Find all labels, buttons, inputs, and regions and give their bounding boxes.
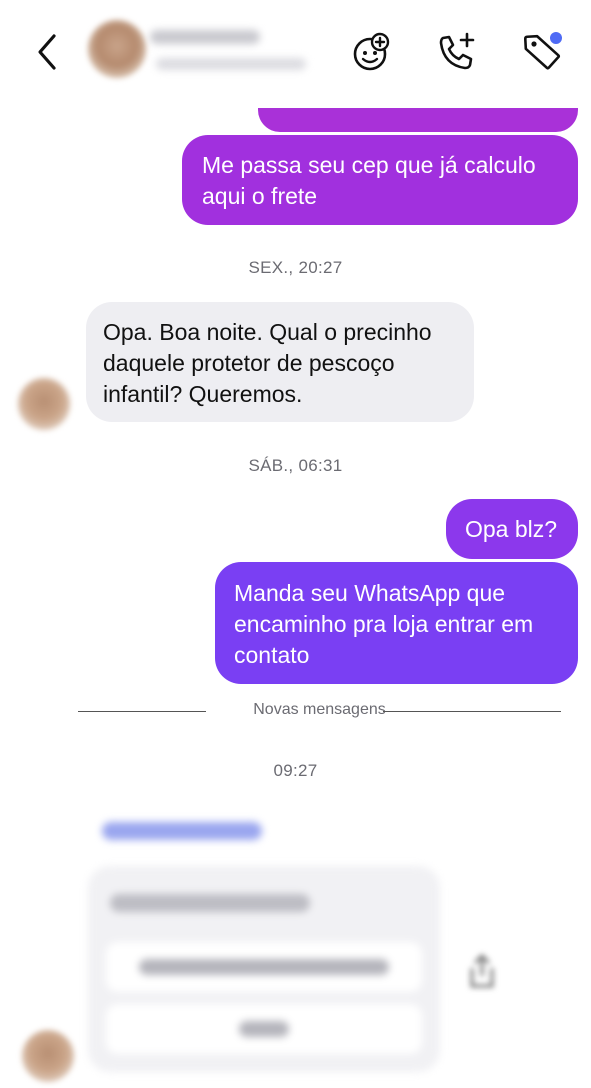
- notification-dot: [550, 32, 562, 44]
- card-button-secondary[interactable]: [106, 1004, 422, 1054]
- timestamp: 09:27: [273, 761, 318, 780]
- message-bubble-incoming[interactable]: Opa. Boa noite. Qual o precinho daquele …: [86, 302, 474, 422]
- tag-icon[interactable]: [520, 30, 564, 74]
- timestamp: SÁB., 06:31: [248, 456, 343, 475]
- card-title-blurred: [110, 894, 310, 912]
- sender-avatar[interactable]: [18, 378, 70, 430]
- timestamp: SEX., 20:27: [248, 258, 343, 277]
- message-bubble-outgoing[interactable]: Opa blz?: [446, 499, 578, 559]
- chat-header: [0, 0, 591, 108]
- message-text: Opa. Boa noite. Qual o precinho daquele …: [103, 319, 432, 407]
- contact-status-blurred: [156, 58, 306, 70]
- card-button-primary[interactable]: [106, 942, 422, 992]
- message-bubble-outgoing[interactable]: Me passa seu cep que já calculo aqui o f…: [182, 135, 578, 225]
- new-messages-label: Novas mensagens: [253, 701, 386, 718]
- add-call-icon[interactable]: [434, 30, 478, 74]
- message-text: Me passa seu cep que já calculo aqui o f…: [202, 152, 536, 209]
- card-link-blurred[interactable]: [102, 822, 262, 840]
- contact-name-blurred[interactable]: [150, 30, 260, 44]
- shared-message-card-blurred[interactable]: [80, 796, 450, 1076]
- message-bubble-outgoing[interactable]: Manda seu WhatsApp que encaminho pra loj…: [215, 562, 578, 684]
- sticker-icon[interactable]: [348, 30, 392, 74]
- share-icon[interactable]: [466, 952, 498, 992]
- card-body: [88, 866, 440, 1072]
- new-messages-divider: Novas mensagens: [78, 700, 561, 724]
- message-text: Opa blz?: [465, 516, 558, 542]
- sender-avatar[interactable]: [22, 1030, 74, 1082]
- divider-line-right: [383, 711, 561, 712]
- back-chevron-icon[interactable]: [30, 30, 66, 74]
- contact-avatar[interactable]: [88, 20, 146, 78]
- message-text: Manda seu WhatsApp que encaminho pra loj…: [234, 580, 534, 668]
